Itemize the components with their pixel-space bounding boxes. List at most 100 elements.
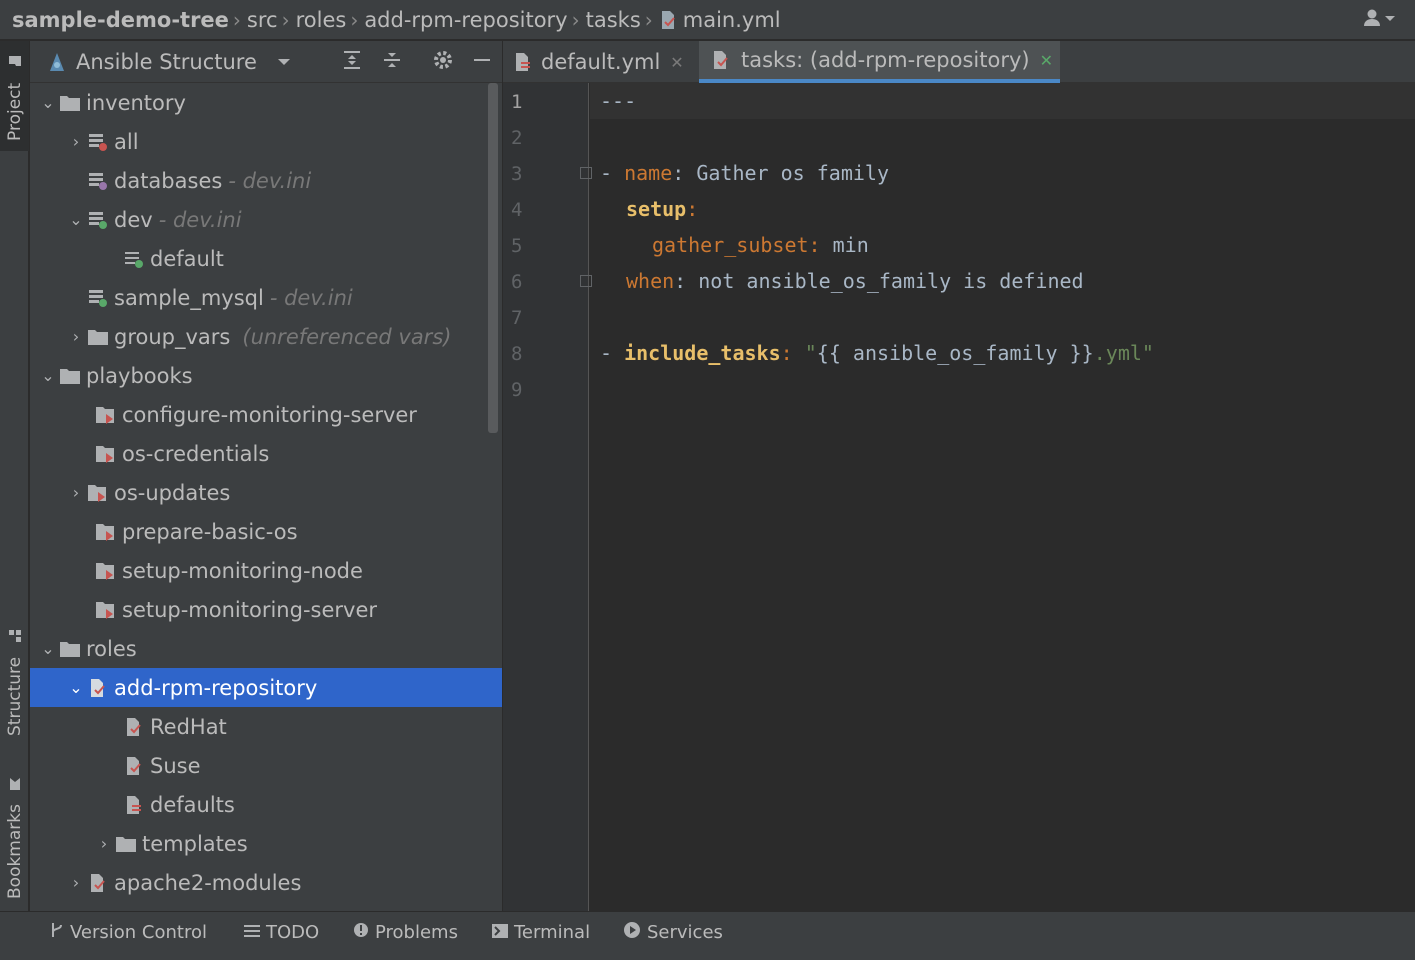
info-icon [353, 922, 369, 942]
fold-marker-icon[interactable] [580, 275, 592, 287]
tasks-file-icon [714, 51, 728, 69]
breadcrumb-roles[interactable]: roles [296, 8, 347, 32]
chevron-down-icon[interactable]: ⌄ [66, 210, 86, 229]
tree-item-playbooks[interactable]: ⌄ playbooks [30, 356, 502, 395]
bookmarks-tool-tab[interactable]: Bookmarks [0, 769, 29, 899]
code-line: - name: Gather os family [580, 155, 1415, 191]
tree-item-label: apache2-modules [114, 870, 302, 895]
tree-item-roles[interactable]: ⌄ roles [30, 629, 502, 668]
chevron-down-icon[interactable]: ⌄ [38, 366, 58, 385]
folder-icon [58, 364, 82, 388]
expand-all-icon[interactable] [342, 49, 362, 76]
tree-item-group-vars[interactable]: › group_vars (unreferenced vars) [30, 317, 502, 356]
panel-header: Ansible Structure [30, 41, 502, 83]
code-editor[interactable]: --- - name: Gather os family setup: gath… [580, 83, 1415, 911]
line-number: 6 [511, 271, 523, 293]
line-number: 9 [511, 379, 523, 401]
breadcrumb-file[interactable]: main.yml [659, 8, 781, 32]
tasks-file-icon [122, 754, 146, 778]
collapse-all-icon[interactable] [382, 49, 402, 76]
role-icon [86, 871, 110, 895]
settings-gear-icon[interactable] [432, 49, 454, 76]
tree-item-defaults[interactable]: defaults [30, 785, 502, 824]
close-icon[interactable]: ✕ [1040, 51, 1053, 70]
chevron-right-icon[interactable]: › [94, 834, 114, 853]
version-control-tool[interactable]: Version Control [50, 912, 207, 952]
tree-item-inventory[interactable]: ⌄ inventory [30, 83, 502, 122]
terminal-tool[interactable]: Terminal [492, 912, 590, 952]
chevron-down-icon[interactable]: ⌄ [38, 93, 58, 112]
tree-item-dev[interactable]: ⌄ dev - dev.ini [30, 200, 502, 239]
tree-item-sample-mysql[interactable]: sample_mysql - dev.ini [30, 278, 502, 317]
playbook-icon [94, 442, 118, 466]
tree-item-label: defaults [150, 792, 235, 817]
breadcrumb-separator: › [571, 7, 580, 32]
tree-item-note: (unreferenced vars) [242, 324, 452, 349]
chevron-right-icon[interactable]: › [66, 327, 86, 346]
navigation-bar: sample-demo-tree › src › roles › add-rpm… [0, 0, 1415, 40]
project-tab-label: Project [4, 82, 25, 141]
tree-item-default-host[interactable]: default [30, 239, 502, 278]
breadcrumb-src[interactable]: src [247, 8, 278, 32]
tree-item-all[interactable]: › all [30, 122, 502, 161]
tree-item-label: os-credentials [122, 441, 270, 466]
terminal-icon [492, 923, 508, 942]
chevron-down-icon[interactable]: ⌄ [66, 678, 86, 697]
host-icon [122, 247, 146, 271]
tree-item-add-rpm-repository[interactable]: ⌄ add-rpm-repository [30, 668, 502, 707]
tree-item-label: group_vars [114, 324, 231, 349]
inventory-group-icon [86, 208, 110, 232]
close-icon[interactable]: ✕ [670, 53, 683, 72]
hide-panel-icon[interactable] [472, 49, 492, 76]
yaml-file-icon [661, 10, 675, 29]
breadcrumb-tasks[interactable]: tasks [586, 8, 641, 32]
line-number: 1 [511, 91, 523, 113]
fold-marker-icon[interactable] [580, 167, 592, 179]
tree-item-apache2-modules[interactable]: › apache2-modules [30, 863, 502, 902]
chevron-down-icon[interactable]: ⌄ [38, 639, 58, 658]
tab-default-yml[interactable]: default.yml ✕ [513, 41, 698, 83]
tree-item-tasks-file[interactable]: RedHat [30, 707, 502, 746]
tree-item-label: configure-monitoring-server [122, 402, 417, 427]
services-tool[interactable]: Services [623, 912, 723, 952]
panel-view-dropdown-icon[interactable] [277, 52, 291, 71]
tree-item-label: Suse [150, 753, 201, 778]
tree-item-playbook[interactable]: configure-monitoring-server [30, 395, 502, 434]
tree-item-label: roles [86, 636, 137, 661]
tree-item-databases[interactable]: databases - dev.ini [30, 161, 502, 200]
tab-tasks-add-rpm-repository[interactable]: tasks: (add-rpm-repository) ✕ [699, 41, 1060, 83]
chevron-right-icon[interactable]: › [66, 132, 86, 151]
structure-tool-tab[interactable]: Structure [0, 626, 29, 736]
tree-scrollbar[interactable] [488, 83, 498, 433]
breadcrumb-separator: › [281, 7, 290, 32]
account-menu-icon[interactable] [1363, 8, 1397, 33]
chevron-right-icon[interactable]: › [66, 483, 86, 502]
tree-item-playbook[interactable]: › os-updates [30, 473, 502, 512]
tree-item-playbook[interactable]: prepare-basic-os [30, 512, 502, 551]
bookmark-icon [9, 777, 20, 790]
tree-item-playbook[interactable]: setup-monitoring-node [30, 551, 502, 590]
tree-item-tasks-file[interactable]: Suse [30, 746, 502, 785]
folder-icon [58, 637, 82, 661]
tree-item-label: RedHat [150, 714, 227, 739]
project-tool-tab[interactable]: Project [0, 41, 29, 151]
status-bar [0, 951, 1415, 960]
tree-item-playbook[interactable]: os-credentials [30, 434, 502, 473]
defaults-file-icon [516, 53, 530, 71]
tree-item-note: - dev.ini [228, 168, 312, 193]
breadcrumb-file-label: main.yml [682, 7, 781, 32]
panel-title[interactable]: Ansible Structure [76, 50, 257, 74]
code-line: when: not ansible_os_family is defined [580, 263, 1415, 299]
tree-item-label: templates [142, 831, 248, 856]
tree-item-templates[interactable]: › templates [30, 824, 502, 863]
todo-tool[interactable]: TODO [244, 912, 319, 952]
line-number: 4 [511, 199, 523, 221]
problems-tool[interactable]: Problems [353, 912, 458, 952]
tree-item-note: - dev.ini [158, 207, 242, 232]
tree-item-playbook[interactable]: setup-monitoring-server [30, 590, 502, 629]
bookmarks-tab-label: Bookmarks [4, 804, 25, 899]
breadcrumb-role[interactable]: add-rpm-repository [364, 8, 567, 32]
chevron-right-icon[interactable]: › [66, 873, 86, 892]
breadcrumb-project[interactable]: sample-demo-tree [12, 8, 229, 32]
tool-label: Terminal [514, 921, 591, 943]
